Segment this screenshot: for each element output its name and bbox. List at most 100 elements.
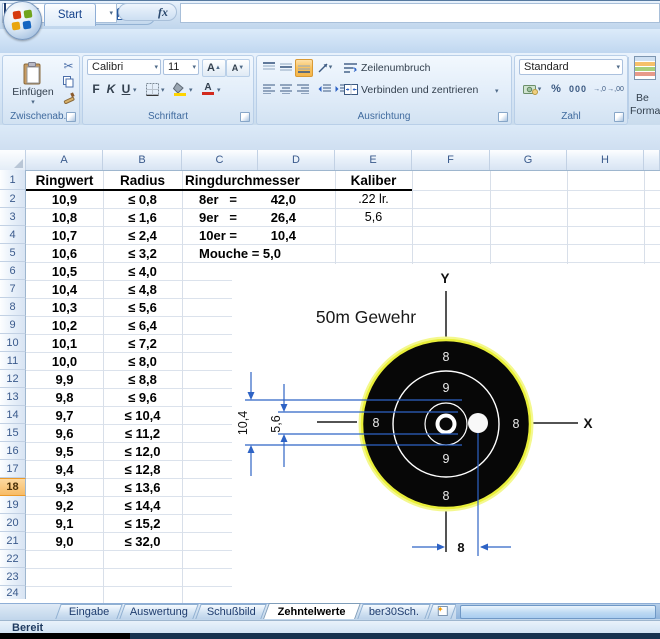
cell-radius[interactable]: ≤ 8,8 <box>103 372 182 387</box>
cell-kaliber[interactable]: 5,6 <box>335 210 412 224</box>
cell-ringwert[interactable]: 10,0 <box>26 354 103 369</box>
fill-color-dropdown-icon[interactable]: ▾ <box>189 86 193 94</box>
sheet-tab-ber30sch[interactable]: ber30Sch. <box>357 604 430 619</box>
row-header[interactable]: 14 <box>0 406 26 424</box>
column-header-h[interactable]: H <box>567 150 644 170</box>
cell-ringdurchmesser[interactable]: 10er =10,4 <box>182 228 335 243</box>
column-header-b[interactable]: B <box>103 150 182 170</box>
copy-icon[interactable] <box>61 75 76 89</box>
font-color-dropdown-icon[interactable]: ▾ <box>217 86 221 94</box>
cell-radius[interactable]: ≤ 5,6 <box>103 300 182 315</box>
bold-button[interactable]: F <box>89 81 103 97</box>
sheet-tab-schussbild[interactable]: Schußbild <box>195 604 266 619</box>
shrink-font-button[interactable]: A▼ <box>226 59 250 77</box>
worksheet-grid[interactable]: A B C D E F G H 1 2 3 4 5 6 7 8 9 10 11 … <box>0 150 660 603</box>
cell-ringwert[interactable]: 10,9 <box>26 192 103 207</box>
scrollbar-thumb[interactable] <box>460 605 656 619</box>
name-box-dropdown-icon[interactable]: ▾ <box>109 9 113 17</box>
column-header-f[interactable]: F <box>412 150 490 170</box>
cell-radius[interactable]: ≤ 0,8 <box>103 192 182 207</box>
align-top-icon[interactable] <box>261 59 277 75</box>
header-ringdurchmesser[interactable]: Ringdurchmesser <box>182 173 335 188</box>
cell-radius[interactable]: ≤ 2,4 <box>103 228 182 243</box>
column-header-c[interactable]: C <box>182 150 258 170</box>
align-middle-icon[interactable] <box>278 59 294 75</box>
row-header[interactable]: 17 <box>0 460 26 478</box>
borders-button[interactable] <box>143 81 161 97</box>
cell-radius[interactable]: ≤ 1,6 <box>103 210 182 225</box>
cell-ringwert[interactable]: 9,1 <box>26 516 103 531</box>
cell-radius[interactable]: ≤ 11,2 <box>103 426 182 441</box>
cell-ringdurchmesser[interactable]: Mouche = 5,0 <box>182 246 335 261</box>
column-header-d[interactable]: D <box>258 150 335 170</box>
header-ringwert[interactable]: Ringwert <box>26 173 103 188</box>
cell-ringwert[interactable]: 9,2 <box>26 498 103 513</box>
merge-center-dropdown-icon[interactable]: ▾ <box>495 87 499 95</box>
row-header[interactable]: 7 <box>0 280 26 298</box>
align-right-icon[interactable] <box>295 81 311 97</box>
merge-center-icon[interactable] <box>343 82 358 96</box>
conditional-formatting-label-line2[interactable]: Forma <box>630 105 660 117</box>
ribbon-tab-start[interactable]: Start <box>44 3 96 26</box>
row-header[interactable]: 1 <box>0 170 26 190</box>
align-left-icon[interactable] <box>261 81 277 97</box>
cell-ringwert[interactable]: 10,2 <box>26 318 103 333</box>
header-radius[interactable]: Radius <box>103 173 182 188</box>
row-header[interactable]: 4 <box>0 226 26 244</box>
currency-button[interactable]: ▾ <box>519 81 545 97</box>
underline-dropdown-icon[interactable]: ▾ <box>133 86 137 94</box>
wrap-text-label[interactable]: Zeilenumbruch <box>361 62 430 74</box>
sheet-tab-zehntelwerte[interactable]: Zehntelwerte <box>263 603 361 619</box>
number-format-select[interactable]: Standard ▾ <box>519 59 623 75</box>
cell-ringwert[interactable]: 9,0 <box>26 534 103 549</box>
office-button[interactable] <box>3 1 42 40</box>
italic-button[interactable]: K <box>104 81 118 97</box>
cell-radius[interactable]: ≤ 4,0 <box>103 264 182 279</box>
cell-kaliber[interactable]: .22 lr. <box>335 192 412 206</box>
cell-radius[interactable]: ≤ 12,8 <box>103 462 182 477</box>
column-header-e[interactable]: E <box>335 150 412 170</box>
cell-ringwert[interactable]: 10,7 <box>26 228 103 243</box>
cell-radius[interactable]: ≤ 7,2 <box>103 336 182 351</box>
clipboard-dialog-launcher-icon[interactable] <box>66 112 76 122</box>
cell-ringwert[interactable]: 10,6 <box>26 246 103 261</box>
font-name-select[interactable]: Calibri ▾ <box>87 59 161 75</box>
format-painter-icon[interactable] <box>61 91 76 105</box>
cell-radius[interactable]: ≤ 9,6 <box>103 390 182 405</box>
sheet-tab-auswertung[interactable]: Auswertung <box>119 604 198 619</box>
wrap-text-icon[interactable] <box>343 60 358 74</box>
align-bottom-icon[interactable] <box>295 59 313 77</box>
row-header-selected[interactable]: 18 <box>0 478 26 496</box>
row-header[interactable]: 6 <box>0 262 26 280</box>
font-color-button[interactable]: A <box>199 81 217 97</box>
table-header-row[interactable]: Ringwert Radius Ringdurchmesser Kaliber <box>26 170 660 190</box>
row-header[interactable]: 16 <box>0 442 26 460</box>
increase-decimal-button[interactable]: →,0 <box>592 81 607 97</box>
cell-ringwert[interactable]: 9,7 <box>26 408 103 423</box>
cell-radius[interactable]: ≤ 3,2 <box>103 246 182 261</box>
row-header[interactable]: 3 <box>0 208 26 226</box>
table-row[interactable]: 10,7 ≤ 2,4 10er =10,4 <box>26 226 660 244</box>
paste-dropdown-icon[interactable]: ▾ <box>31 98 35 106</box>
table-row[interactable]: 10,8 ≤ 1,6 9er =26,4 5,6 <box>26 208 660 226</box>
cell-ringdurchmesser[interactable]: 8er =42,0 <box>182 192 335 207</box>
row-header[interactable]: 10 <box>0 334 26 352</box>
row-header[interactable]: 24 <box>0 586 26 599</box>
decrease-indent-icon[interactable] <box>316 81 332 97</box>
column-header-a[interactable]: A <box>26 150 103 170</box>
insert-function-button[interactable]: fx <box>118 3 177 21</box>
row-header[interactable]: 22 <box>0 550 26 568</box>
column-header-g[interactable]: G <box>490 150 567 170</box>
cut-icon[interactable]: ✂ <box>61 59 76 73</box>
cell-ringwert[interactable]: 9,6 <box>26 426 103 441</box>
horizontal-scrollbar[interactable] <box>456 604 660 619</box>
row-header[interactable]: 15 <box>0 424 26 442</box>
column-header-i-partial[interactable] <box>644 150 660 170</box>
grow-font-button[interactable]: A▲ <box>202 59 226 77</box>
cell-ringwert[interactable]: 9,8 <box>26 390 103 405</box>
row-header[interactable]: 9 <box>0 316 26 334</box>
row-header[interactable]: 2 <box>0 190 26 208</box>
merge-center-label[interactable]: Verbinden und zentrieren <box>361 84 478 96</box>
cell-ringwert[interactable]: 9,3 <box>26 480 103 495</box>
cell-ringwert[interactable]: 9,4 <box>26 462 103 477</box>
